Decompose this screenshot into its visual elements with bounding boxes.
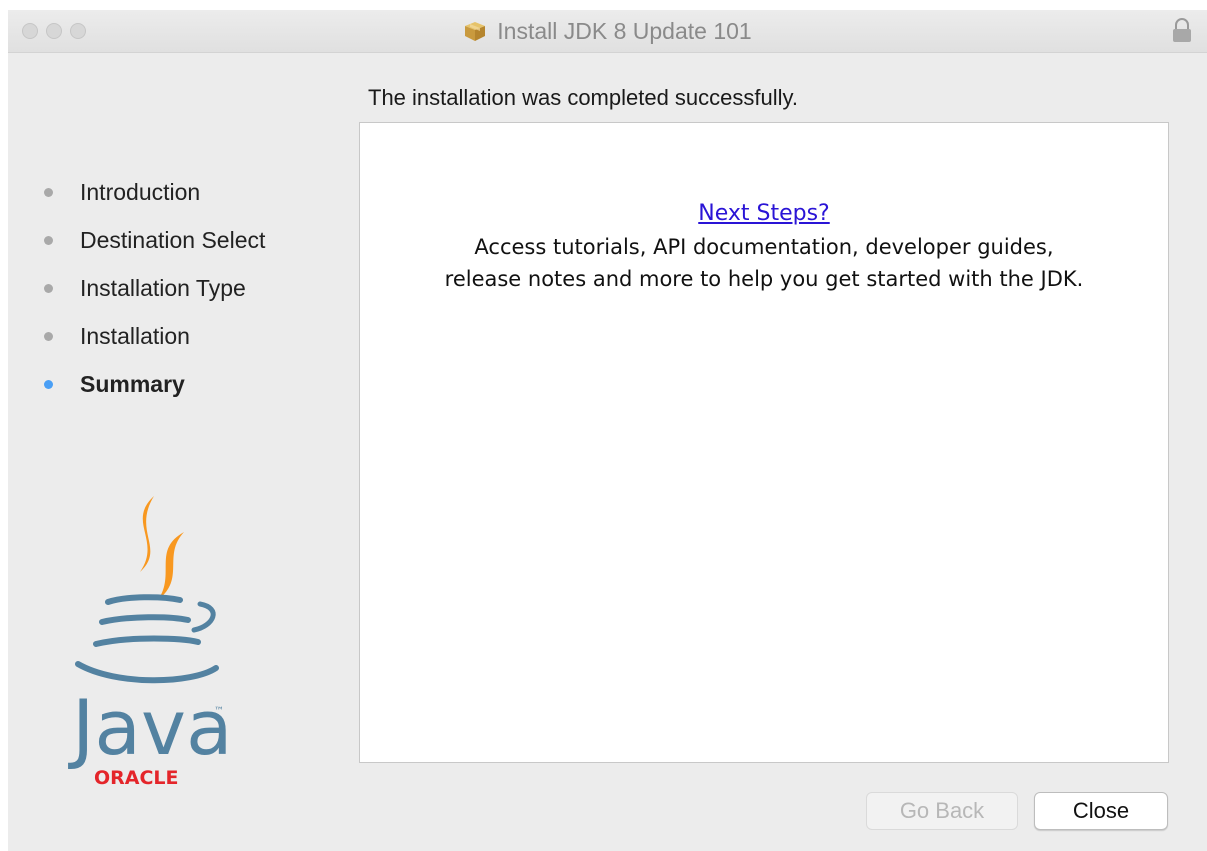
next-steps-link[interactable]: Next Steps? <box>360 201 1168 226</box>
java-wordmark: Java <box>68 683 231 772</box>
step-destination-select: Destination Select <box>38 216 265 264</box>
status-heading: The installation was completed successfu… <box>368 85 799 110</box>
step-installation-type: Installation Type <box>38 264 265 312</box>
java-cup-icon <box>75 594 219 684</box>
java-logo: Java ™ ORACLE <box>68 496 231 789</box>
trademark-symbol: ™ <box>214 706 224 717</box>
step-dot-active <box>44 379 53 389</box>
step-summary: Summary <box>38 360 265 408</box>
step-label: Installation <box>80 322 190 349</box>
lock-icon[interactable] <box>1171 18 1193 44</box>
java-steam-icon <box>140 496 184 600</box>
go-back-button[interactable]: Go Back <box>866 792 1018 830</box>
step-label: Installation Type <box>80 274 246 301</box>
step-introduction: Introduction <box>38 168 265 216</box>
step-label: Summary <box>80 370 185 397</box>
summary-panel: Next Steps? Access tutorials, API docume… <box>359 122 1169 763</box>
step-installation: Installation <box>38 312 265 360</box>
step-label: Destination Select <box>80 226 266 253</box>
step-dot <box>44 235 53 245</box>
close-button[interactable]: Close <box>1034 792 1168 830</box>
oracle-wordmark: ORACLE <box>94 767 179 789</box>
step-dot <box>44 187 53 197</box>
step-dot <box>44 283 53 293</box>
step-label: Introduction <box>80 178 201 205</box>
description-line: Access tutorials, API documentation, dev… <box>474 235 1054 259</box>
title-bar[interactable]: Install JDK 8 Update 101 <box>8 10 1207 53</box>
step-list: Introduction Destination Select Installa… <box>38 168 265 408</box>
description-line: release notes and more to help you get s… <box>444 267 1084 291</box>
package-icon <box>465 22 486 41</box>
step-dot <box>44 331 53 341</box>
installer-window: Install JDK 8 Update 101 The installatio… <box>8 10 1207 851</box>
window-title: Install JDK 8 Update 101 <box>497 17 752 44</box>
next-steps-description: Access tutorials, API documentation, dev… <box>360 231 1168 295</box>
